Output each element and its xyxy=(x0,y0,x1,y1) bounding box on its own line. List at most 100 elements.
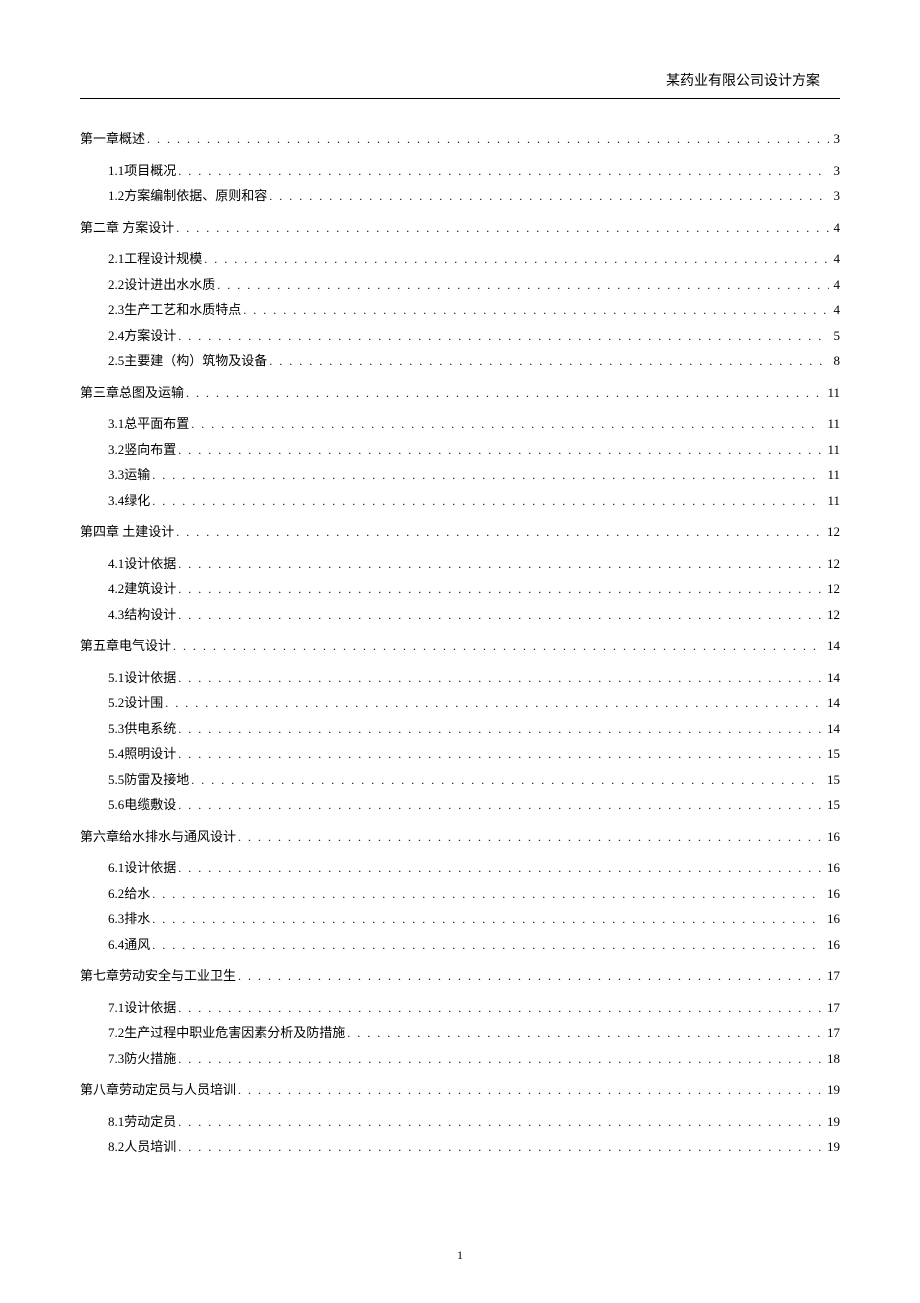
toc-title: 3.2竖向布置 xyxy=(108,440,176,460)
toc-entry[interactable]: 5.6电缆敷设15 xyxy=(108,795,840,815)
toc-page-number: 16 xyxy=(824,858,840,878)
header-divider xyxy=(80,98,840,99)
toc-entry[interactable]: 2.5主要建（构）筑物及设备8 xyxy=(108,351,840,371)
toc-leader-dots xyxy=(178,859,822,877)
toc-page-number: 16 xyxy=(824,935,840,955)
toc-page-number: 12 xyxy=(824,605,840,625)
toc-leader-dots xyxy=(178,1138,822,1156)
toc-title: 7.3防火措施 xyxy=(108,1049,176,1069)
toc-leader-dots xyxy=(152,936,822,954)
toc-title: 4.1设计依据 xyxy=(108,554,176,574)
toc-title: 6.3排水 xyxy=(108,909,150,929)
toc-entry[interactable]: 2.3生产工艺和水质特点 4 xyxy=(108,300,840,320)
toc-leader-dots xyxy=(178,796,822,814)
toc-leader-dots xyxy=(178,669,822,687)
toc-entry[interactable]: 2.2设计进出水水质 4 xyxy=(108,275,840,295)
toc-page-number: 14 xyxy=(824,693,840,713)
toc-leader-dots xyxy=(238,828,822,846)
toc-title: 3.4绿化 xyxy=(108,491,150,511)
toc-entry[interactable]: 第八章劳动定员与人员培训 19 xyxy=(80,1080,840,1100)
toc-page-number: 12 xyxy=(824,579,840,599)
toc-entry[interactable]: 7.2生产过程中职业危害因素分析及防措施17 xyxy=(108,1023,840,1043)
toc-entry[interactable]: 第三章总图及运输 11 xyxy=(80,383,840,403)
toc-leader-dots xyxy=(178,555,822,573)
toc-title: 第二章 方案设计 xyxy=(80,218,174,238)
toc-page-number: 12 xyxy=(824,554,840,574)
toc-leader-dots xyxy=(191,771,822,789)
toc-title: 2.2设计进出水水质 xyxy=(108,275,215,295)
toc-page-number: 18 xyxy=(824,1049,840,1069)
toc-entry[interactable]: 6.3排水16 xyxy=(108,909,840,929)
toc-page-number: 8 xyxy=(831,351,841,371)
toc-title: 5.5防雷及接地 xyxy=(108,770,189,790)
toc-entry[interactable]: 第四章 土建设计12 xyxy=(80,522,840,542)
toc-entry[interactable]: 6.1设计依据 16 xyxy=(108,858,840,878)
toc-title: 7.1设计依据 xyxy=(108,998,176,1018)
toc-page-number: 16 xyxy=(824,884,840,904)
toc-entry[interactable]: 3.3运输11 xyxy=(108,465,840,485)
toc-leader-dots xyxy=(243,301,828,319)
toc-page-number: 19 xyxy=(824,1137,840,1157)
toc-page-number: 14 xyxy=(824,719,840,739)
toc-entry[interactable]: 1.1项目概况3 xyxy=(108,161,840,181)
toc-page-number: 4 xyxy=(831,218,841,238)
toc-page-number: 11 xyxy=(824,465,840,485)
toc-page-number: 14 xyxy=(824,668,840,688)
header-title: 某药业有限公司设计方案 xyxy=(80,70,840,90)
toc-leader-dots xyxy=(178,720,822,738)
toc-leader-dots xyxy=(178,327,828,345)
toc-entry[interactable]: 3.4绿化 11 xyxy=(108,491,840,511)
toc-entry[interactable]: 5.3供电系统 14 xyxy=(108,719,840,739)
toc-title: 第五章电气设计 xyxy=(80,636,171,656)
toc-leader-dots xyxy=(178,1050,822,1068)
toc-entry[interactable]: 7.1设计依据17 xyxy=(108,998,840,1018)
toc-title: 第八章劳动定员与人员培训 xyxy=(80,1080,236,1100)
toc-entry[interactable]: 8.1劳动定员19 xyxy=(108,1112,840,1132)
toc-page-number: 19 xyxy=(824,1080,840,1100)
toc-leader-dots xyxy=(147,130,828,148)
toc-page-number: 19 xyxy=(824,1112,840,1132)
toc-entry[interactable]: 2.1工程设计规模4 xyxy=(108,249,840,269)
toc-leader-dots xyxy=(152,466,822,484)
toc-entry[interactable]: 7.3防火措施 18 xyxy=(108,1049,840,1069)
toc-title: 第七章劳动安全与工业卫生 xyxy=(80,966,236,986)
toc-entry[interactable]: 8.2人员培训19 xyxy=(108,1137,840,1157)
toc-entry[interactable]: 5.2设计围 14 xyxy=(108,693,840,713)
toc-title: 5.4照明设计 xyxy=(108,744,176,764)
toc-title: 2.4方案设计 xyxy=(108,326,176,346)
toc-entry[interactable]: 第六章给水排水与通风设计16 xyxy=(80,827,840,847)
toc-title: 6.1设计依据 xyxy=(108,858,176,878)
toc-entry[interactable]: 4.1设计依据 12 xyxy=(108,554,840,574)
toc-entry[interactable]: 6.2给水16 xyxy=(108,884,840,904)
toc-page-number: 3 xyxy=(831,186,841,206)
toc-title: 5.2设计围 xyxy=(108,693,163,713)
toc-page-number: 4 xyxy=(831,300,841,320)
toc-leader-dots xyxy=(269,352,828,370)
toc-entry[interactable]: 3.2竖向布置11 xyxy=(108,440,840,460)
toc-entry[interactable]: 6.4通风16 xyxy=(108,935,840,955)
toc-entry[interactable]: 1.2方案编制依据、原则和容3 xyxy=(108,186,840,206)
toc-entry[interactable]: 第一章概述3 xyxy=(80,129,840,149)
toc-entry[interactable]: 4.2建筑设计12 xyxy=(108,579,840,599)
toc-entry[interactable]: 第七章劳动安全与工业卫生17 xyxy=(80,966,840,986)
toc-entry[interactable]: 第二章 方案设计 4 xyxy=(80,218,840,238)
toc-entry[interactable]: 5.4照明设计15 xyxy=(108,744,840,764)
toc-leader-dots xyxy=(152,910,822,928)
toc-title: 第四章 土建设计 xyxy=(80,522,174,542)
toc-entry[interactable]: 4.3结构设计12 xyxy=(108,605,840,625)
toc-entry[interactable]: 3.1总平面布置11 xyxy=(108,414,840,434)
toc-title: 2.3生产工艺和水质特点 xyxy=(108,300,241,320)
toc-page-number: 11 xyxy=(824,491,840,511)
toc-title: 5.3供电系统 xyxy=(108,719,176,739)
toc-page-number: 4 xyxy=(831,275,841,295)
toc-entry[interactable]: 2.4方案设计5 xyxy=(108,326,840,346)
toc-leader-dots xyxy=(165,694,822,712)
toc-entry[interactable]: 5.5防雷及接地15 xyxy=(108,770,840,790)
toc-page-number: 11 xyxy=(824,383,840,403)
toc-leader-dots xyxy=(176,219,828,237)
table-of-contents: 第一章概述31.1项目概况31.2方案编制依据、原则和容3第二章 方案设计42.… xyxy=(80,129,840,1157)
toc-title: 第三章总图及运输 xyxy=(80,383,184,403)
toc-leader-dots xyxy=(238,1081,822,1099)
toc-entry[interactable]: 5.1设计依据14 xyxy=(108,668,840,688)
toc-entry[interactable]: 第五章电气设计14 xyxy=(80,636,840,656)
